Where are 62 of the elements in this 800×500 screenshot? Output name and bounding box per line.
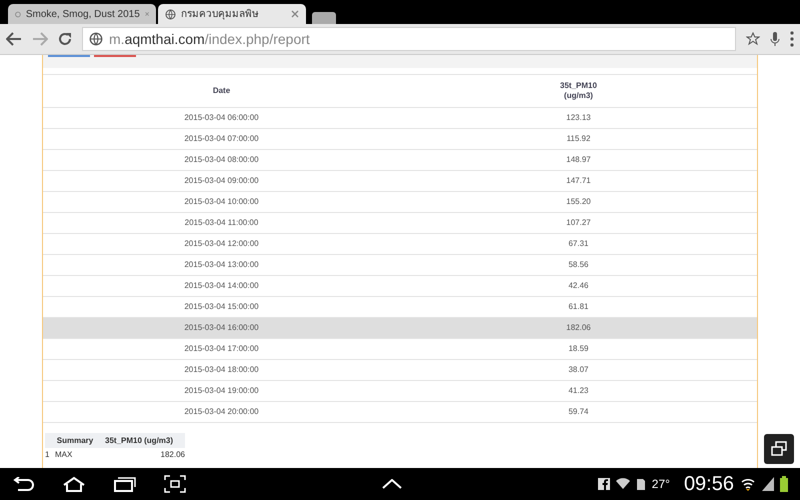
- table-cell-text: 2015-03-04 10:00:00: [183, 196, 260, 208]
- back-icon[interactable]: [6, 32, 22, 46]
- table-cell-text: 2015-03-04 06:00:00: [183, 112, 260, 124]
- facebook-icon: [598, 478, 610, 490]
- table-cell-text: 2015-03-04 19:00:00: [183, 385, 260, 397]
- column-header: Date: [212, 86, 232, 96]
- table-cell-text: 2015-03-04 11:00:00: [184, 217, 260, 229]
- table-cell-text: 38.07: [567, 364, 590, 376]
- table-cell-text: 2015-03-04 17:00:00: [183, 343, 260, 355]
- table-cell-text: 2015-03-04 07:00:00: [183, 133, 260, 145]
- cell-signal-icon: [762, 477, 774, 491]
- table-cell-text: 2015-03-04 08:00:00: [183, 154, 260, 166]
- windows-icon: [771, 441, 787, 457]
- table-cell-text: 2015-03-04 18:00:00: [183, 364, 260, 376]
- star-icon[interactable]: [746, 32, 760, 46]
- column-header: 35t_PM10 (ug/m3): [105, 434, 174, 446]
- battery-icon: [780, 476, 788, 492]
- table-cell-text: 182.06: [565, 322, 592, 334]
- table-cell-text: 2015-03-04 20:00:00: [183, 406, 260, 418]
- browser-tab[interactable]: Smoke, Smog, Dust 2015: [8, 4, 156, 24]
- table-cell-text: 2015-03-04 14:00:00: [183, 280, 260, 292]
- table-cell-text: 2015-03-04 12:00:00: [183, 238, 260, 250]
- sim-card-icon: [636, 478, 646, 490]
- table-cell-text: 115.92: [566, 133, 592, 145]
- clock: 09:56: [684, 472, 734, 497]
- table-cell-text: 67.31: [567, 238, 590, 250]
- table-cell-text: 61.81: [567, 301, 590, 313]
- table-cell-text: 59.74: [567, 406, 590, 418]
- table-cell-text: 147.71: [565, 175, 592, 187]
- column-header: Summary: [56, 434, 94, 446]
- browser-tab[interactable]: กรมควบคุมมลพิษ: [158, 4, 306, 24]
- table-cell-text: 2015-03-04 13:00:00: [183, 259, 260, 271]
- table-cell-text: 2015-03-04 09:00:00: [183, 175, 260, 187]
- table-cell-text: 42.46: [567, 280, 590, 292]
- table-cell-text: 58.56: [567, 259, 590, 271]
- table-cell-text: 123.13: [565, 112, 592, 124]
- table-cell-text: 182.06: [160, 449, 185, 461]
- globe-icon: [89, 32, 103, 46]
- microphone-icon[interactable]: [770, 31, 780, 47]
- reload-icon[interactable]: [58, 32, 72, 46]
- back-icon[interactable]: [12, 477, 34, 491]
- table-cell-text: 148.97: [565, 154, 592, 166]
- row-number: 1: [45, 449, 50, 461]
- temperature: 27°: [652, 476, 670, 493]
- wifi-icon: [616, 478, 630, 490]
- close-icon[interactable]: [291, 10, 299, 18]
- wifi-signal-icon: [740, 477, 756, 491]
- table-cell-text: 107.27: [565, 217, 592, 229]
- up-caret-icon[interactable]: [382, 479, 402, 489]
- screenshot-icon[interactable]: [164, 475, 186, 493]
- table-cell-text: 155.20: [565, 196, 592, 208]
- table-cell-text: 18.59: [567, 343, 590, 355]
- table-cell-text: 2015-03-04 15:00:00: [183, 301, 260, 313]
- window-switch-button[interactable]: [764, 434, 794, 464]
- address-field[interactable]: m.aqmthai.com/index.php/report: [82, 27, 736, 51]
- table-cell-text: MAX: [55, 449, 74, 461]
- home-icon[interactable]: [62, 476, 86, 492]
- table-cell-text: 41.23: [567, 385, 590, 397]
- table-cell-text: 2015-03-04 16:00:00: [183, 322, 260, 334]
- column-header: 35t_PM10 (ug/m3): [559, 80, 598, 102]
- menu-icon[interactable]: [790, 31, 794, 47]
- recent-apps-icon[interactable]: [114, 476, 136, 492]
